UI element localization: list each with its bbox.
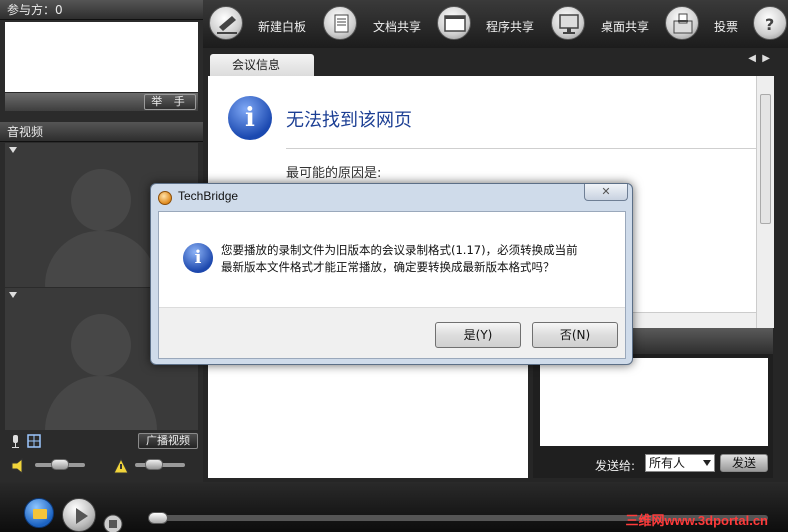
dialog-button-area: 是(Y) 否(N) [159, 307, 625, 358]
document-share-label: 文档共享 [373, 20, 422, 34]
desktop-share-label: 桌面共享 [601, 20, 650, 34]
user-silhouette-icon [71, 169, 131, 231]
desktop-share-button[interactable]: 桌面共享 [551, 0, 659, 48]
progress-knob[interactable] [148, 512, 168, 524]
av-toolbar: 广播视频 [5, 432, 198, 450]
monitor-icon [551, 6, 585, 40]
play-button[interactable] [62, 498, 96, 532]
new-whiteboard-button[interactable]: 新建白板 [209, 0, 317, 48]
user-silhouette-icon [71, 314, 131, 376]
divider [286, 148, 756, 149]
open-file-button[interactable] [24, 498, 54, 528]
user-silhouette-body [45, 376, 157, 430]
dialog-message-line-2: 最新版本文件格式才能正常播放，确定要转换成最新版本格式吗？ [221, 260, 555, 274]
play-icon [76, 508, 88, 524]
app-share-label: 程序共享 [486, 20, 535, 34]
tab-scroll-right-icon[interactable]: ▶ [762, 53, 770, 64]
raise-hand-bar: 举 手 [5, 93, 198, 111]
convert-format-dialog: TechBridge ✕ i 您要播放的录制文件为旧版本的会议录制格式(1.17… [150, 183, 633, 365]
send-button[interactable]: 发送 [720, 454, 768, 472]
participants-header: 参与方：0 [0, 0, 203, 20]
microphone-volume-icon[interactable] [113, 458, 129, 474]
new-whiteboard-label: 新建白板 [258, 20, 307, 34]
video-slot-1-bar[interactable] [5, 143, 198, 157]
tab-scroll-left-icon[interactable]: ◀ [748, 53, 756, 64]
application-window-icon [437, 6, 471, 40]
send-to-label: 发送给: [595, 459, 636, 473]
slider-knob[interactable] [145, 459, 163, 470]
info-icon: i [183, 243, 213, 273]
dialog-body: i 您要播放的录制文件为旧版本的会议录制格式(1.17)，必须转换成当前 最新版… [158, 211, 626, 359]
info-icon: i [228, 96, 272, 140]
chat-input[interactable] [540, 358, 768, 446]
dialog-message: 您要播放的录制文件为旧版本的会议录制格式(1.17)，必须转换成当前 最新版本文… [221, 242, 616, 276]
vote-label: 投票 [714, 20, 739, 34]
tab-bar: 会议信息 ◀ ▶ [203, 48, 780, 76]
dialog-message-area: i 您要播放的录制文件为旧版本的会议录制格式(1.17)，必须转换成当前 最新版… [159, 212, 625, 307]
no-button[interactable]: 否(N) [532, 322, 618, 348]
user-silhouette-body [45, 231, 157, 287]
slider-knob[interactable] [51, 459, 69, 470]
playback-bar: 三维网www.3dportal.cn [0, 482, 788, 532]
app-logo-icon [158, 191, 172, 205]
dialog-title: TechBridge [178, 189, 239, 203]
app-window: 参与方：0 举 手 音视频 广播视频 新建白板 文档共享 程序共享 桌面共享 投… [0, 0, 788, 532]
whiteboard-icon [209, 6, 243, 40]
document-share-button[interactable]: 文档共享 [323, 0, 431, 48]
av-header: 音视频 [0, 122, 203, 142]
raise-hand-button[interactable]: 举 手 [144, 94, 196, 110]
participants-list[interactable] [5, 22, 198, 92]
close-icon[interactable]: ✕ [584, 184, 628, 201]
error-title: 无法找到该网页 [286, 110, 412, 131]
microphone-volume-slider[interactable] [135, 459, 185, 470]
chevron-down-icon [703, 460, 711, 466]
volume-controls [5, 455, 198, 477]
folder-icon [33, 509, 47, 519]
tab-scroll-arrows: ◀ ▶ [748, 53, 770, 64]
dialog-titlebar[interactable]: TechBridge ✕ [151, 184, 632, 211]
browser-vertical-scrollbar[interactable] [756, 76, 774, 328]
grid-layout-icon[interactable] [27, 434, 41, 448]
svg-text:?: ? [765, 15, 774, 34]
tab-meeting-info[interactable]: 会议信息 [210, 54, 314, 76]
document-icon [323, 6, 357, 40]
help-icon: ? [753, 6, 787, 40]
stop-button[interactable] [103, 514, 123, 532]
microphone-icon[interactable] [8, 434, 22, 448]
ballot-box-icon [665, 6, 699, 40]
vote-button[interactable]: 投票 [665, 0, 753, 48]
dialog-message-line-1: 您要播放的录制文件为旧版本的会议录制格式(1.17)，必须转换成当前 [221, 243, 578, 257]
app-share-button[interactable]: 程序共享 [437, 0, 545, 48]
send-to-value: 所有人 [649, 456, 686, 470]
help-button[interactable]: ? [753, 0, 788, 48]
speaker-volume-slider[interactable] [35, 459, 85, 470]
collapse-arrow-icon[interactable] [9, 147, 17, 153]
main-toolbar: 新建白板 文档共享 程序共享 桌面共享 投票 ? [203, 0, 788, 48]
error-reason-label: 最可能的原因是: [286, 166, 382, 181]
watermark-text: 三维网www.3dportal.cn [625, 513, 768, 528]
collapse-arrow-icon[interactable] [9, 292, 17, 298]
speaker-icon[interactable] [11, 458, 29, 474]
scrollbar-thumb[interactable] [760, 94, 771, 224]
broadcast-video-button[interactable]: 广播视频 [138, 433, 198, 449]
yes-button[interactable]: 是(Y) [435, 322, 521, 348]
send-to-select[interactable]: 所有人 [645, 454, 715, 472]
